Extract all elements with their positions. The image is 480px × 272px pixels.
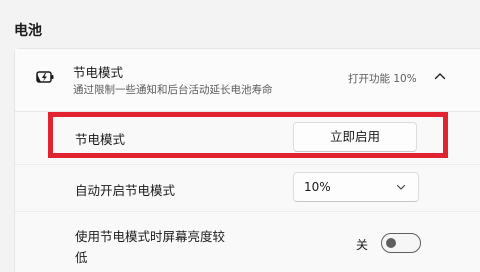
- saver-now-label: 节电模式: [75, 132, 126, 147]
- section-title: 电池: [14, 23, 42, 39]
- battery-saver-card: 节电模式 通过限制一些通知和后台活动延长电池寿命 打开功能 10% 节电模式 立…: [14, 48, 480, 272]
- saver-now-row: 节电模式 立即启用: [15, 112, 480, 165]
- chevron-down-icon: [396, 184, 406, 190]
- lower-brightness-toggle[interactable]: [381, 233, 421, 253]
- settings-page: 电池 节电模式 通过限制一些通知和后台活动延长电池寿命 打开功能 10% 节电模…: [0, 0, 480, 272]
- toggle-knob: [386, 238, 396, 248]
- battery-saver-icon: [36, 71, 54, 83]
- battery-saver-header[interactable]: 节电模式 通过限制一些通知和后台活动延长电池寿命 打开功能 10%: [15, 49, 480, 112]
- battery-saver-description: 通过限制一些通知和后台活动延长电池寿命: [73, 84, 273, 96]
- chevron-up-icon[interactable]: [433, 69, 447, 83]
- lower-brightness-label-line2: 低: [75, 250, 88, 265]
- auto-on-label: 自动开启节电模式: [75, 183, 176, 198]
- battery-saver-title: 节电模式: [73, 65, 124, 80]
- lower-brightness-row: 使用节电模式时屏幕亮度较 低 关: [15, 212, 480, 272]
- turn-on-now-button[interactable]: 立即启用: [293, 122, 417, 152]
- lower-brightness-label-line1: 使用节电模式时屏幕亮度较: [75, 229, 226, 244]
- auto-on-row: 自动开启节电模式 10%: [15, 165, 480, 212]
- lower-brightness-toggle-state: 关: [356, 238, 369, 252]
- battery-saver-status: 打开功能 10%: [348, 73, 417, 85]
- auto-on-threshold-select[interactable]: 10%: [293, 172, 419, 202]
- auto-on-threshold-value: 10%: [304, 180, 331, 194]
